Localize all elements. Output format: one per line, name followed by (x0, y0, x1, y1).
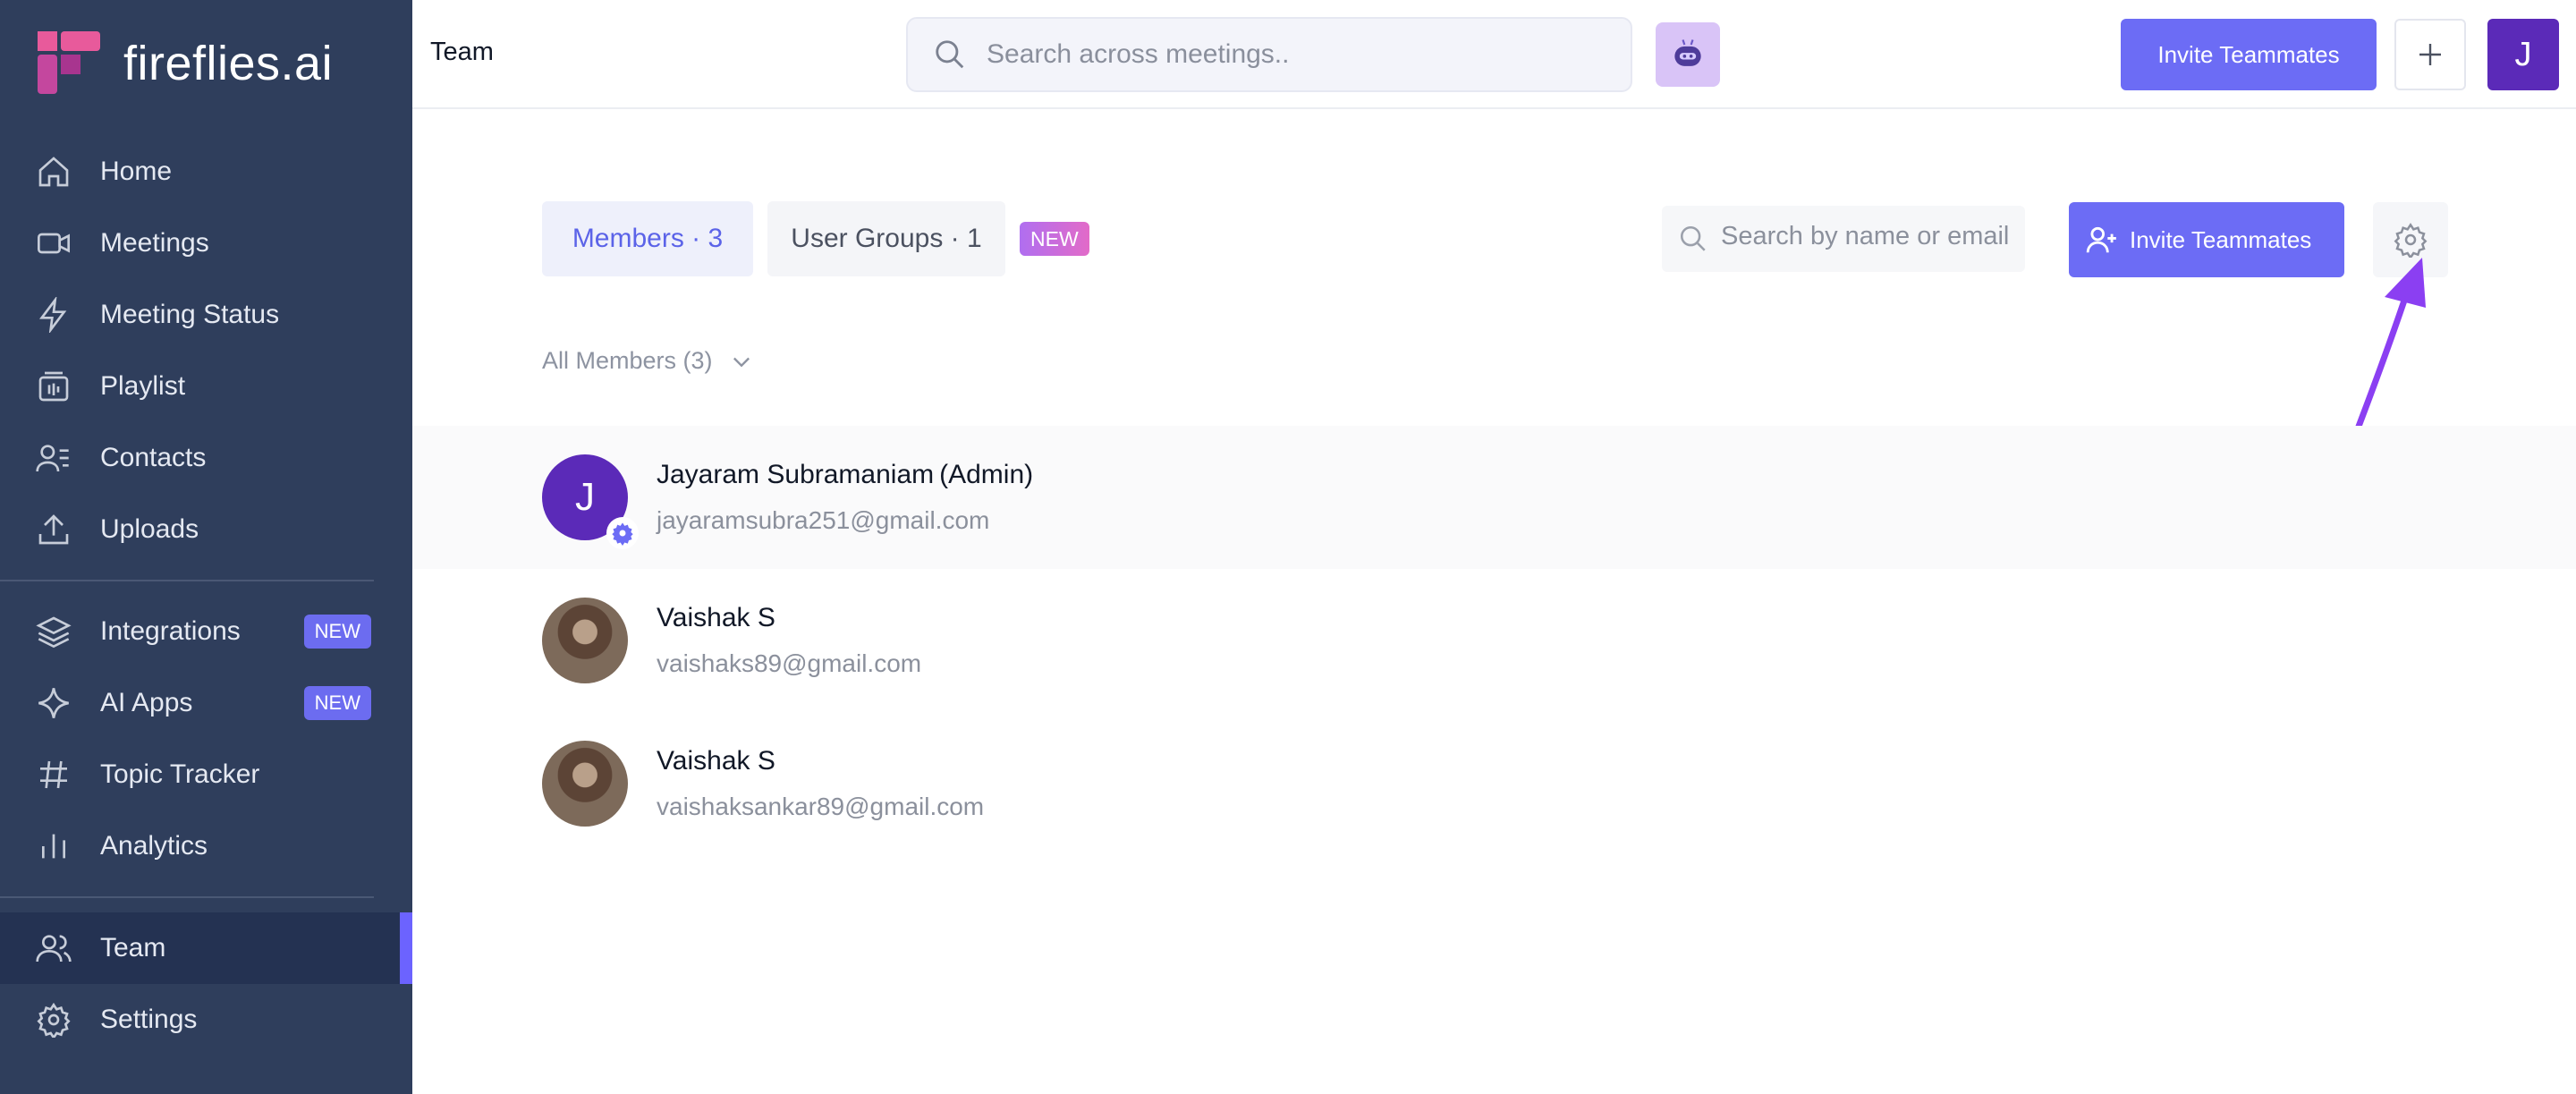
add-user-icon (2086, 226, 2116, 253)
new-badge: NEW (303, 686, 371, 720)
member-name-line: Jayaram Subramaniam (Admin) (657, 460, 1033, 490)
sidebar-item-label: AI Apps (100, 688, 193, 717)
sidebar-item-contacts[interactable]: Contacts (0, 422, 412, 494)
sidebar-item-meetings[interactable]: Meetings (0, 208, 412, 279)
sidebar-item-home[interactable]: Home (0, 136, 412, 208)
member-email: vaishaks89@gmail.com (657, 649, 922, 677)
sidebar-item-playlist[interactable]: Playlist (0, 351, 412, 422)
member-search[interactable] (1662, 206, 2025, 272)
sidebar-item-label: Contacts (100, 443, 207, 472)
sidebar-item-settings[interactable]: Settings (0, 984, 412, 1056)
sidebar-item-label: Playlist (100, 371, 186, 401)
invite-teammates-button[interactable]: Invite Teammates (2069, 202, 2344, 277)
member-search-input[interactable] (1721, 222, 2016, 251)
lightning-icon (36, 297, 72, 333)
member-row[interactable]: Vaishak S vaishaks89@gmail.com (412, 569, 2576, 712)
sidebar-divider (0, 896, 374, 898)
global-search[interactable] (906, 17, 1632, 92)
avatar (542, 741, 628, 827)
top-bar: Team Invite Teammates J (412, 0, 2576, 109)
member-email: jayaramsubra251@gmail.com (657, 506, 990, 534)
sidebar-item-label: Meetings (100, 228, 209, 258)
new-badge: NEW (303, 615, 371, 649)
robot-icon (1674, 39, 1701, 66)
invite-teammates-top-button[interactable]: Invite Teammates (2121, 19, 2377, 90)
member-email: vaishaksankar89@gmail.com (657, 793, 985, 820)
sidebar-item-analytics[interactable]: Analytics (0, 810, 412, 882)
search-icon (1680, 225, 1706, 251)
avatar (542, 598, 628, 683)
member-row[interactable]: J Jayaram Subramaniam (Admin) jayaramsubr… (412, 426, 2576, 569)
members-filter-dropdown[interactable]: All Members (3) (542, 347, 754, 375)
brand-name: fireflies.ai (123, 37, 334, 90)
member-name: Vaishak S (657, 603, 775, 632)
tab-user-groups[interactable]: User Groups · 1 (767, 201, 1005, 276)
search-icon (936, 40, 964, 69)
video-icon (36, 225, 72, 261)
global-search-input[interactable] (987, 39, 1604, 70)
admin-gear-icon (606, 517, 639, 549)
sidebar-item-label: Topic Tracker (100, 759, 260, 789)
home-icon (36, 154, 72, 190)
user-avatar[interactable]: J (2487, 19, 2559, 90)
hashtag-icon (36, 757, 72, 793)
ai-bot-button[interactable] (1656, 22, 1720, 87)
sidebar-item-uploads[interactable]: Uploads (0, 494, 412, 565)
sidebar-item-label: Analytics (100, 831, 208, 861)
sparkle-icon (36, 685, 72, 721)
sidebar-item-label: Uploads (100, 514, 199, 544)
sidebar-divider (0, 580, 374, 581)
layers-icon (36, 614, 72, 649)
member-name: Jayaram Subramaniam (657, 460, 935, 489)
sidebar-item-meeting-status[interactable]: Meeting Status (0, 279, 412, 351)
sidebar-item-integrations[interactable]: Integrations NEW (0, 596, 412, 667)
member-row[interactable]: Vaishak S vaishaksankar89@gmail.com (412, 712, 2576, 855)
filter-label: All Members (3) (542, 347, 713, 374)
team-icon (36, 930, 72, 966)
bar-chart-icon (36, 828, 72, 864)
sidebar-item-team[interactable]: Team (0, 912, 412, 984)
playlist-icon (36, 369, 72, 404)
invite-teammates-label: Invite Teammates (2130, 225, 2312, 253)
gear-icon (36, 1002, 72, 1038)
sidebar-item-ai-apps[interactable]: AI Apps NEW (0, 667, 412, 739)
add-button[interactable] (2394, 19, 2466, 90)
fireflies-logo-icon (38, 31, 100, 94)
brand-logo[interactable]: fireflies.ai (38, 30, 333, 97)
member-role: (Admin) (939, 460, 1034, 489)
member-name: Vaishak S (657, 746, 775, 776)
new-badge: NEW (1020, 222, 1089, 256)
page-title: Team (430, 38, 494, 66)
tab-members[interactable]: Members · 3 (542, 201, 753, 276)
sidebar-item-label: Team (100, 933, 166, 963)
upload-icon (36, 512, 72, 547)
sidebar-item-label: Home (100, 157, 173, 186)
sidebar-item-label: Settings (100, 1005, 198, 1034)
sidebar-item-topic-tracker[interactable]: Topic Tracker (0, 739, 412, 810)
contacts-icon (36, 440, 72, 476)
app-window: fireflies.ai Home Meetings Meeting Statu… (0, 0, 2576, 1094)
sidebar: fireflies.ai Home Meetings Meeting Statu… (0, 0, 412, 1094)
sidebar-item-label: Meeting Status (100, 300, 280, 329)
chevron-down-icon (733, 357, 750, 367)
sidebar-item-label: Integrations (100, 616, 241, 646)
plus-icon (2419, 44, 2441, 65)
